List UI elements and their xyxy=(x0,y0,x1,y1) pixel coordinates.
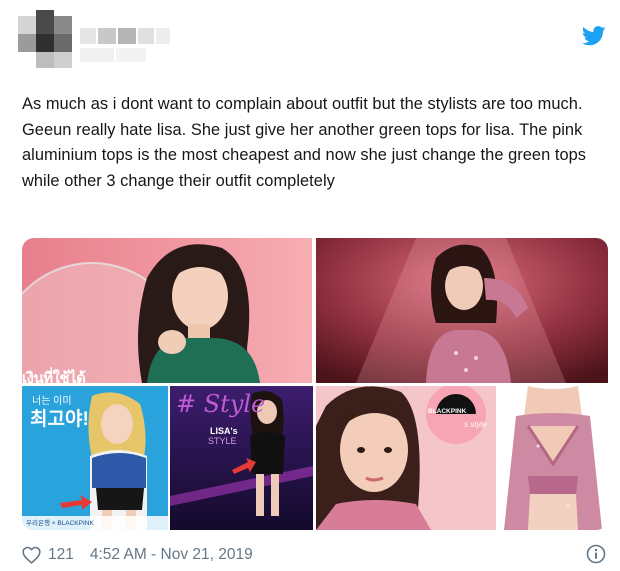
blackpink-badge-style: s style xyxy=(464,420,487,429)
photo-green-top[interactable]: เงินที่ใช้ได้ xyxy=(22,238,312,383)
twitter-bird-icon[interactable] xyxy=(582,26,606,46)
magazine-lisas-label: LISA's xyxy=(210,426,238,436)
ad-bank-logo: 우리은행 × BLACKPINK xyxy=(26,520,94,527)
photo-closeup-portrait[interactable]: BLACKPINK s style xyxy=(316,386,496,530)
magazine-script-title: # Style xyxy=(176,390,266,418)
tweet-footer: 121 4:52 AM - Nov 21, 2019 xyxy=(22,543,253,567)
photo-pink-wrap-top[interactable] xyxy=(498,386,608,530)
blackpink-badge: BLACKPINK xyxy=(428,408,467,415)
tweet-timestamp[interactable]: 4:52 AM - Nov 21, 2019 xyxy=(90,546,253,564)
like-count[interactable]: 121 xyxy=(48,546,74,564)
ad-text-large: 최고야! xyxy=(30,409,89,430)
photo-style-magazine[interactable]: # Style LISA's STYLE xyxy=(170,386,313,530)
info-icon[interactable] xyxy=(586,544,606,564)
photo-bank-ad[interactable]: 너는 이미 최고야! 우리은행 × BLACKPINK xyxy=(22,386,168,530)
photo-caption-thai: เงินที่ใช้ได้ xyxy=(22,370,86,383)
tweet-card: As much as i dont want to complain about… xyxy=(0,0,620,571)
tweet-text: As much as i dont want to complain about… xyxy=(22,95,587,190)
magazine-style-label: STYLE xyxy=(208,436,237,446)
censored-account-header xyxy=(18,10,170,68)
heart-icon[interactable] xyxy=(22,546,41,564)
media-grid[interactable]: เงินที่ใช้ได้ 너는 이미 최고야! 우리은행 × BLACKPIN… xyxy=(22,238,608,530)
photo-pink-sequin-top[interactable] xyxy=(316,238,608,383)
